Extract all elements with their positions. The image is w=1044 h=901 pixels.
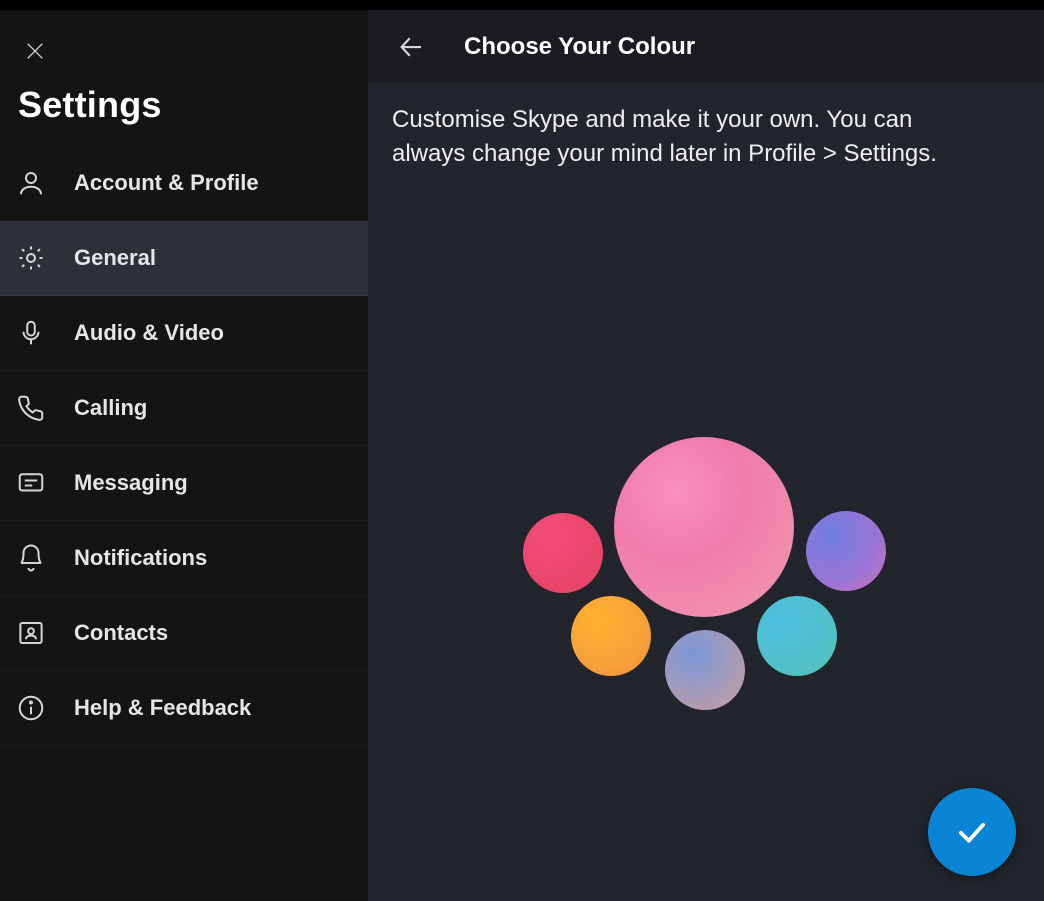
microphone-icon xyxy=(12,314,50,352)
sidebar-item-label: Audio & Video xyxy=(74,320,224,346)
gear-icon xyxy=(12,239,50,277)
sidebar-item-notifications[interactable]: Notifications xyxy=(0,521,368,596)
confirm-button[interactable] xyxy=(928,788,1016,876)
sidebar-item-calling[interactable]: Calling xyxy=(0,371,368,446)
phone-icon xyxy=(12,389,50,427)
colour-palette xyxy=(368,83,1044,901)
back-button[interactable] xyxy=(388,24,434,70)
info-icon xyxy=(12,689,50,727)
sidebar-item-general[interactable]: General xyxy=(0,221,368,296)
sidebar-item-help[interactable]: Help & Feedback xyxy=(0,671,368,746)
sidebar-item-messaging[interactable]: Messaging xyxy=(0,446,368,521)
message-icon xyxy=(12,464,50,502)
sidebar-item-label: Help & Feedback xyxy=(74,695,251,721)
sidebar-title: Settings xyxy=(0,74,368,146)
sidebar-item-label: Contacts xyxy=(74,620,168,646)
colour-option-muted[interactable] xyxy=(665,630,745,710)
sidebar-item-audio-video[interactable]: Audio & Video xyxy=(0,296,368,371)
sidebar-item-label: General xyxy=(74,245,156,271)
sidebar-item-label: Account & Profile xyxy=(74,170,259,196)
main-panel: Choose Your Colour Customise Skype and m… xyxy=(368,10,1044,901)
close-button[interactable] xyxy=(18,34,52,68)
bell-icon xyxy=(12,539,50,577)
sidebar-item-label: Calling xyxy=(74,395,147,421)
sidebar-item-label: Notifications xyxy=(74,545,207,571)
page-title: Choose Your Colour xyxy=(464,33,695,61)
close-icon xyxy=(24,40,46,62)
sidebar-item-label: Messaging xyxy=(74,470,188,496)
colour-option-red[interactable] xyxy=(523,513,603,593)
colour-option-purple[interactable] xyxy=(806,511,886,591)
arrow-left-icon xyxy=(396,32,426,62)
sidebar-item-contacts[interactable]: Contacts xyxy=(0,596,368,671)
check-icon xyxy=(953,813,991,851)
contacts-icon xyxy=(12,614,50,652)
sidebar-item-account[interactable]: Account & Profile xyxy=(0,146,368,221)
profile-icon xyxy=(12,164,50,202)
colour-option-orange[interactable] xyxy=(571,596,651,676)
colour-option-pink[interactable] xyxy=(614,437,794,617)
settings-sidebar: Settings Account & Profile General xyxy=(0,10,368,901)
main-header: Choose Your Colour xyxy=(368,10,1044,83)
colour-option-teal[interactable] xyxy=(757,596,837,676)
